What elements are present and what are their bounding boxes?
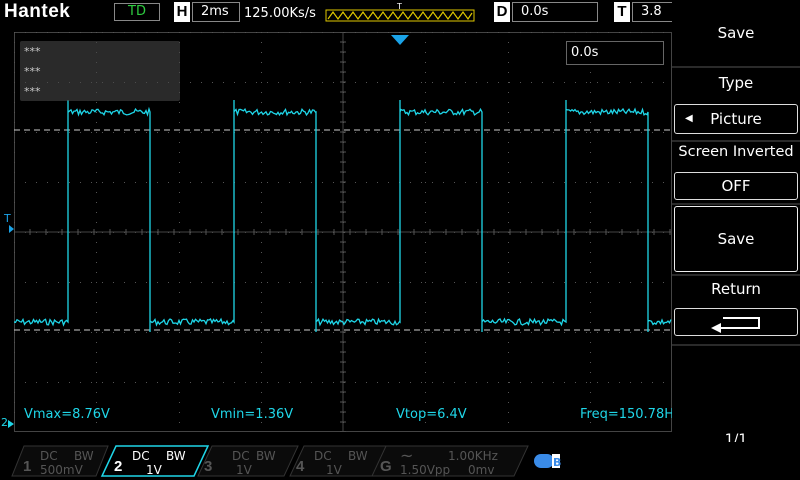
- menu-divider: [672, 66, 800, 68]
- channel-status-bar: 1 DC BW 500mV 2 DC BW 1V 3 DC BW 1V 4 DC…: [0, 442, 800, 480]
- channel-scale: 1V: [146, 463, 162, 477]
- return-button[interactable]: [674, 308, 798, 336]
- info-line: ***: [24, 85, 41, 98]
- channel-scale: 500mV: [40, 463, 83, 477]
- top-status-bar: Hantek TD H 2ms 125.00Ks/s T D 0.0s T 3.…: [0, 0, 672, 26]
- save-button[interactable]: Save: [674, 206, 798, 272]
- info-panel: *** *** ***: [20, 41, 180, 101]
- channel-bw: BW: [256, 449, 276, 463]
- screen-inverted-label: Screen Inverted: [678, 144, 794, 160]
- trigger-position-marker[interactable]: [391, 32, 409, 45]
- channel-number: 4: [296, 458, 305, 475]
- trigger-mode-badge: TD: [114, 3, 160, 21]
- memory-depth-icon: T: [325, 2, 475, 22]
- type-value: Picture: [710, 110, 762, 128]
- return-arrow-icon: [711, 317, 760, 333]
- type-label: Type: [718, 74, 754, 92]
- channel-number: 3: [204, 458, 213, 475]
- return-label: Return: [711, 280, 761, 298]
- channel-coupling: DC: [314, 449, 332, 463]
- left-edge-marker-strip: T 2: [0, 32, 14, 432]
- delay-readout: 0.0s: [566, 41, 664, 65]
- delay-key: D: [494, 2, 510, 22]
- channel-coupling: DC: [132, 449, 150, 463]
- measurement-vmin: Vmin=1.36V: [211, 407, 294, 422]
- horizontal-key: H: [174, 2, 190, 22]
- channel-number: 1: [23, 458, 32, 475]
- screen-inverted-toggle[interactable]: OFF: [674, 172, 798, 200]
- caret-left-icon: ◀: [685, 113, 693, 124]
- delay-value[interactable]: 0.0s: [512, 2, 598, 22]
- channel-2-tab[interactable]: 2 DC BW 1V: [100, 445, 210, 477]
- info-line: ***: [24, 45, 41, 58]
- info-line: ***: [24, 65, 41, 78]
- channel-bw: BW: [348, 449, 368, 463]
- save-menu-panel: Save Type ◀ Picture Screen Inverted OFF …: [672, 0, 800, 480]
- measurement-freq: Freq=150.78H: [580, 407, 674, 422]
- channel-3-tab[interactable]: 3 DC BW 1V: [196, 445, 300, 477]
- channel-bw: BW: [166, 449, 186, 463]
- generator-offset: 0mv: [468, 463, 495, 477]
- generator-tab[interactable]: G ~ 1.00KHz 1.50Vpp 0mv: [370, 445, 530, 477]
- usb-icon: B: [534, 452, 564, 470]
- channel-scale: 1V: [236, 463, 252, 477]
- channel-coupling: DC: [232, 449, 250, 463]
- sample-rate: 125.00Ks/s: [244, 6, 316, 21]
- trigger-level-value[interactable]: 3.8: [632, 2, 672, 22]
- measurement-vtop: Vtop=6.4V: [396, 407, 467, 422]
- menu-divider: [672, 344, 800, 346]
- type-option[interactable]: Type ◀ Picture: [672, 70, 800, 138]
- trigger-key: T: [614, 2, 630, 22]
- measurement-vmax: Vmax=8.76V: [24, 407, 110, 422]
- trigger-level-marker[interactable]: T: [3, 212, 14, 234]
- generator-key: G: [380, 458, 392, 475]
- generator-frequency: 1.00KHz: [448, 449, 498, 463]
- brand-logo: Hantek: [4, 1, 71, 22]
- screen-inverted-option[interactable]: Screen Inverted OFF: [672, 142, 800, 204]
- return-option[interactable]: Return: [672, 276, 800, 342]
- channel-1-tab[interactable]: 1 DC BW 500mV: [10, 445, 110, 477]
- menu-divider: [672, 203, 800, 205]
- timebase-value[interactable]: 2ms: [192, 2, 240, 22]
- menu-title: Save: [717, 24, 755, 42]
- type-select[interactable]: ◀ Picture: [674, 104, 798, 134]
- channel-bw: BW: [74, 449, 94, 463]
- channel-ground-marker[interactable]: 2: [0, 416, 14, 432]
- svg-text:B: B: [553, 456, 561, 469]
- channel-scale: 1V: [326, 463, 342, 477]
- channel-coupling: DC: [40, 449, 58, 463]
- channel-number: 2: [114, 458, 123, 475]
- generator-amplitude: 1.50Vpp: [400, 463, 451, 477]
